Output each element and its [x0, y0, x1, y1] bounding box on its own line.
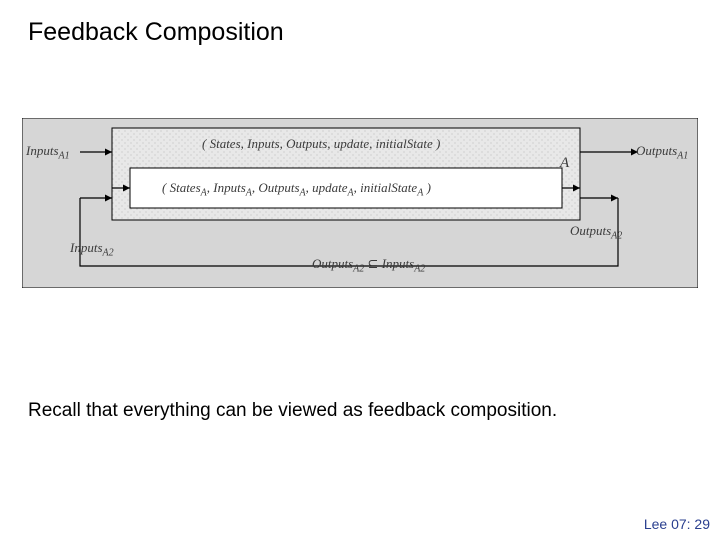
label-subset-relation: OutputsA2 ⊆ InputsA2 — [312, 256, 425, 275]
label-inputs-a1: InputsA1 — [26, 143, 70, 162]
label-outputs-a1: OutputsA1 — [636, 143, 688, 162]
label-outputs-a2: OutputsA2 — [570, 223, 622, 242]
label-inputs-a2: InputsA2 — [70, 240, 114, 259]
slide-note: Recall that everything can be viewed as … — [28, 400, 557, 422]
label-block-b-tuple: ( StatesA, InputsA, OutputsA, updateA, i… — [162, 180, 431, 199]
slide-title: Feedback Composition — [28, 18, 284, 47]
slide-footer: Lee 07: 29 — [644, 516, 710, 532]
label-block-a-name: A — [560, 155, 569, 172]
label-block-a-tuple: ( States, Inputs, Outputs, update, initi… — [202, 136, 440, 152]
feedback-diagram: InputsA1 OutputsA1 InputsA2 OutputsA2 Ou… — [22, 118, 698, 288]
slide: Feedback Composition — [0, 0, 720, 540]
